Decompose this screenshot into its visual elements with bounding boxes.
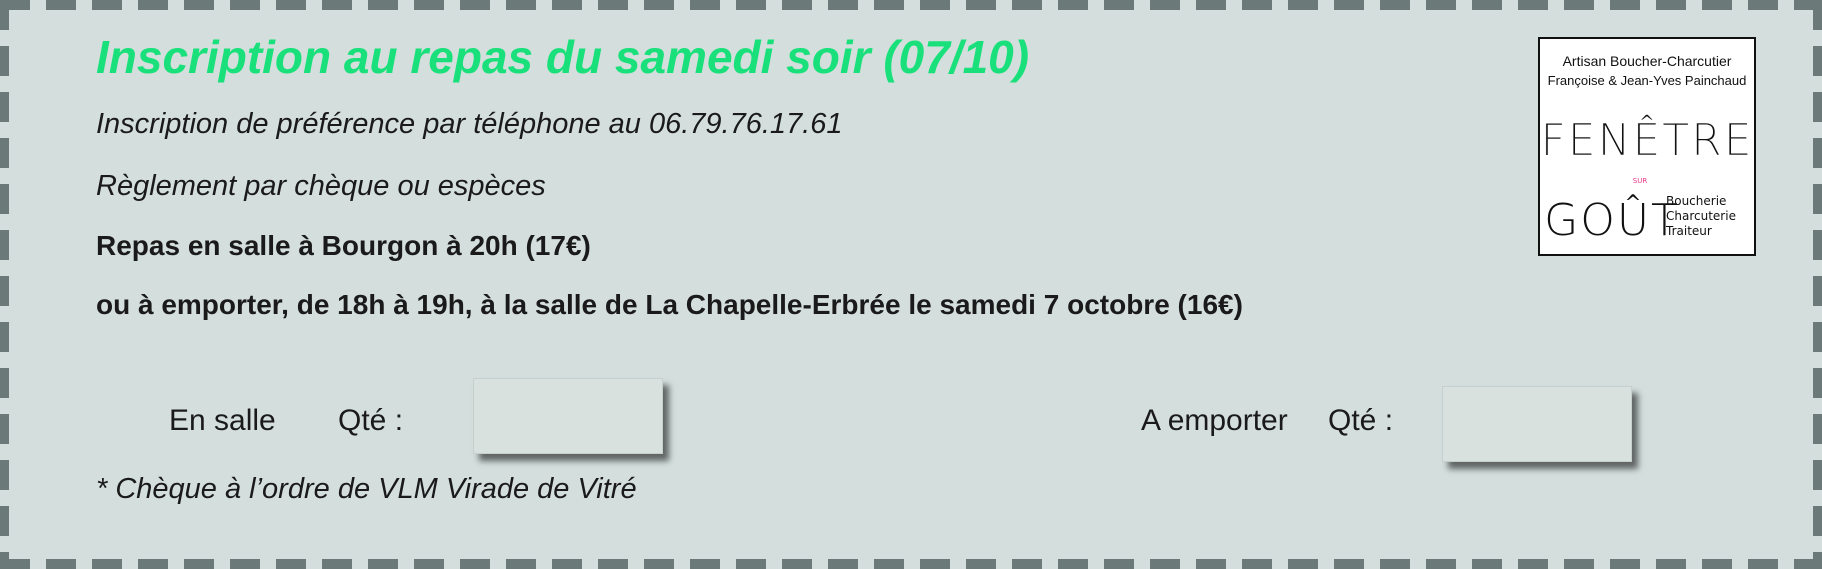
logo-wordmark-icon: FENÊTRE SUR GOÛT Boucherie Charcuterie T… [1540,113,1753,246]
takeaway-label: A emporter [1141,404,1288,437]
takeaway-qty-label: Qté : [1328,404,1394,437]
logo-word-gout: GOÛT [1544,193,1680,246]
payment-line: Règlement par chèque ou espèces [96,170,546,202]
dine-in-line: Repas en salle à Bourgon à 20h (17€) [96,230,591,261]
dine-in-qty-label: Qté : [338,404,404,437]
takeaway-qty-box[interactable] [1442,386,1632,462]
logo-tag-traiteur: Traiteur [1665,224,1712,238]
dashed-border-bottom [0,559,1822,569]
coupon-title: Inscription au repas du samedi soir (07/… [96,31,1030,83]
phone-line: Inscription de préférence par téléphone … [96,108,843,140]
logo-tag-charcuterie: Charcuterie [1666,209,1736,223]
registration-coupon: Inscription au repas du samedi soir (07/… [0,0,1822,569]
cheque-note: * Chèque à l’ordre de VLM Virade de Vitr… [96,473,637,505]
logo-tag-boucherie: Boucherie [1666,194,1726,208]
butcher-logo: Artisan Boucher-Charcutier Françoise & J… [1538,37,1756,256]
takeaway-qty-input[interactable] [1443,387,1631,461]
dine-in-qty-input[interactable] [474,379,662,453]
logo-word-sur: SUR [1633,177,1648,185]
takeaway-line: ou à emporter, de 18h à 19h, à la salle … [96,289,1243,320]
dine-in-label: En salle [169,404,276,437]
logo-word-fenetre: FENÊTRE [1540,113,1753,166]
dashed-border-right [1813,0,1822,569]
dashed-border-left [0,0,9,569]
dashed-border-top [0,0,1822,10]
dine-in-qty-box[interactable] [473,378,663,454]
